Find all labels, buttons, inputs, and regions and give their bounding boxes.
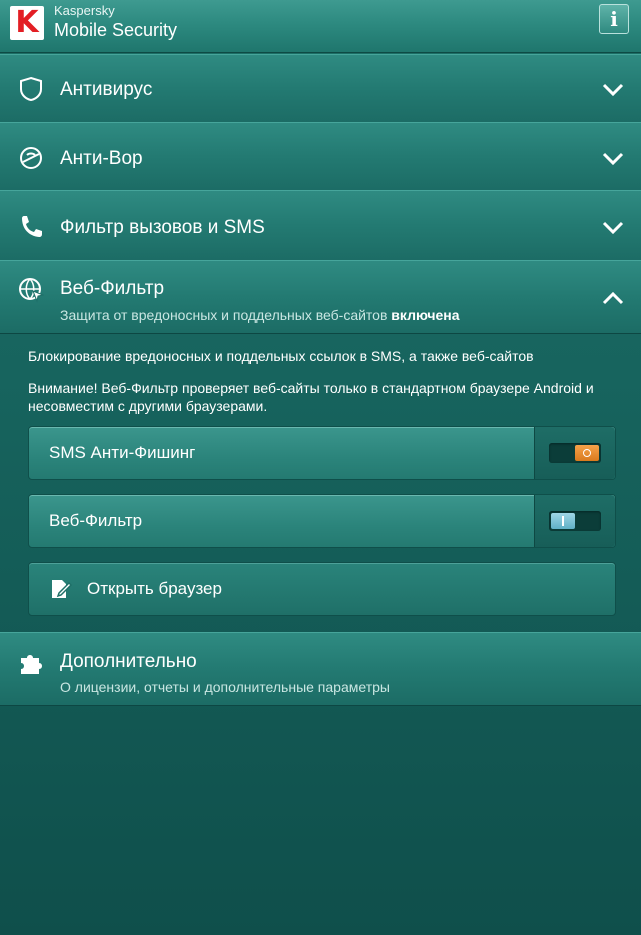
section-title-call-filter: Фильтр вызовов и SMS — [60, 217, 265, 238]
section-antivirus[interactable]: Антивирус — [0, 54, 641, 123]
kaspersky-logo: K — [10, 6, 44, 40]
web-filter-label: Веб-Фильтр — [49, 511, 143, 530]
web-filter-status-value: включена — [391, 307, 460, 323]
open-browser-label: Открыть браузер — [87, 579, 222, 598]
phone-icon — [22, 216, 42, 237]
chevron-up-icon — [602, 291, 624, 305]
chevron-down-icon — [602, 221, 624, 235]
section-subtitle-additional: О лицензии, отчеты и дополнительные пара… — [60, 679, 390, 695]
web-filter-status-text: Защита от вредоносных и поддельных веб-с… — [60, 307, 388, 323]
globe-filter-icon — [19, 278, 44, 303]
brand-name: Kaspersky — [54, 3, 115, 18]
toggle-track — [549, 443, 601, 463]
chevron-down-icon — [602, 152, 624, 166]
section-antitheft[interactable]: Анти-Вор — [0, 122, 641, 191]
open-browser-button[interactable]: Открыть браузер — [28, 562, 616, 616]
sms-antiphishing-toggle[interactable] — [534, 427, 615, 479]
app-title: Mobile Security — [54, 20, 178, 40]
web-filter-toggle[interactable] — [534, 495, 615, 547]
anti-theft-icon — [20, 147, 42, 169]
toggle-knob-off — [551, 513, 575, 529]
app-header: K Kaspersky Mobile Security i — [0, 0, 641, 53]
section-title-additional: Дополнительно — [60, 651, 197, 672]
section-web-filter[interactable]: Веб-Фильтр Защита от вредоносных и подде… — [0, 260, 641, 334]
logo-letter: K — [15, 5, 39, 40]
toggle-track — [549, 511, 601, 531]
toggle-knob-on — [575, 445, 599, 461]
section-call-filter[interactable]: Фильтр вызовов и SMS — [0, 190, 641, 261]
web-filter-row[interactable]: Веб-Фильтр — [28, 494, 616, 548]
chevron-down-icon — [602, 83, 624, 97]
web-filter-warning: Внимание! Веб-Фильтр проверяет веб-сайты… — [28, 380, 594, 414]
sms-antiphishing-row[interactable]: SMS Анти-Фишинг — [28, 426, 616, 480]
shield-icon — [20, 76, 42, 102]
info-icon: i — [610, 7, 618, 31]
sms-antiphishing-label: SMS Анти-Фишинг — [49, 443, 196, 462]
web-filter-status: Защита от вредоносных и поддельных веб-с… — [60, 307, 460, 323]
puzzle-icon — [21, 655, 42, 674]
info-button[interactable]: i — [599, 4, 629, 34]
edit-page-icon — [52, 580, 73, 598]
web-filter-description: Блокирование вредоносных и поддельных сс… — [28, 348, 534, 364]
section-additional[interactable]: Дополнительно О лицензии, отчеты и допол… — [0, 632, 641, 706]
section-title-antivirus: Антивирус — [60, 79, 153, 100]
section-title-antitheft: Анти-Вор — [60, 148, 143, 169]
section-title-web-filter: Веб-Фильтр — [60, 278, 165, 299]
